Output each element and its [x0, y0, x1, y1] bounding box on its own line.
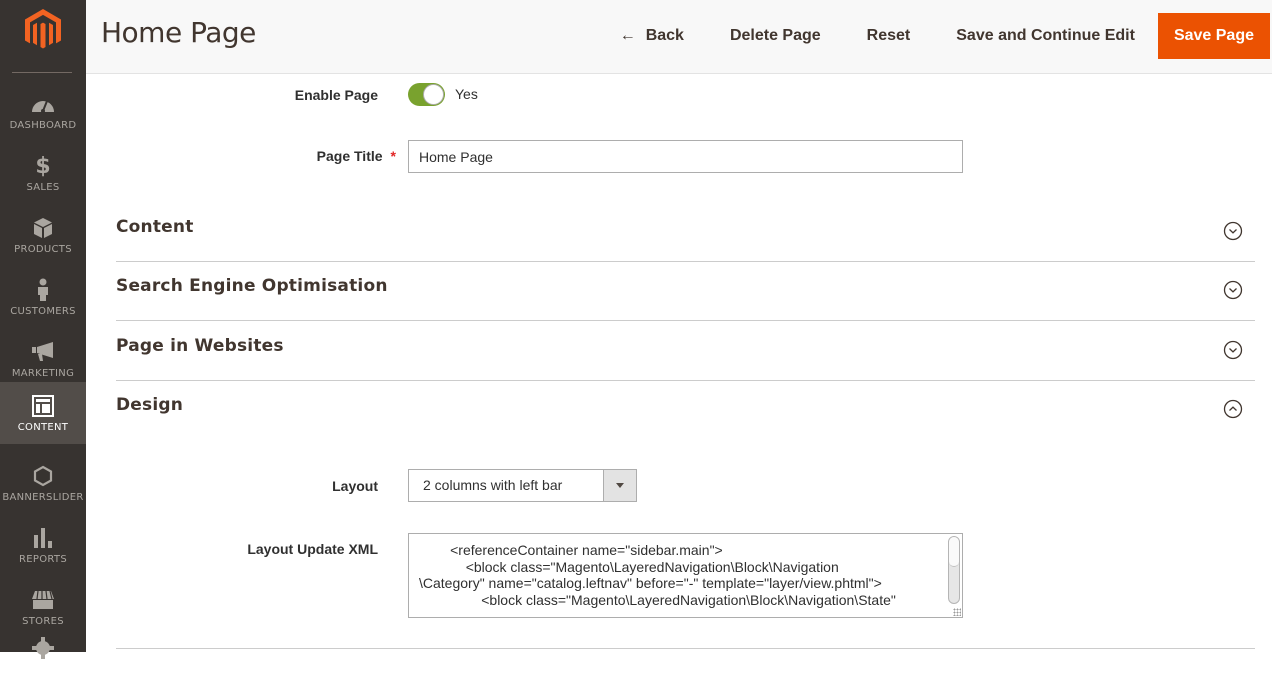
- megaphone-icon: [31, 340, 55, 364]
- layout-select-value: 2 columns with left bar: [423, 477, 563, 493]
- sidebar-item-label: MARKETING: [11, 368, 75, 379]
- sidebar-item-marketing[interactable]: MARKETING: [0, 328, 86, 390]
- textarea-scrollbar[interactable]: [948, 536, 960, 604]
- chevron-down-circle-icon[interactable]: [1223, 280, 1243, 300]
- store-icon: [31, 588, 55, 612]
- chevron-up-circle-icon[interactable]: [1223, 399, 1243, 419]
- section-divider: [116, 648, 1255, 649]
- sidebar-item-products[interactable]: PRODUCTS: [0, 204, 86, 266]
- scrollbar-thumb[interactable]: [949, 537, 959, 567]
- bar-chart-icon: [31, 526, 55, 550]
- sidebar-item-system[interactable]: [0, 630, 86, 692]
- sidebar-item-stores[interactable]: STORES: [0, 576, 86, 638]
- sidebar-item-label: BANNERSLIDER: [2, 492, 84, 503]
- layout-icon: [31, 394, 55, 418]
- resize-handle[interactable]: [953, 608, 961, 616]
- save-page-button[interactable]: Save Page: [1157, 13, 1270, 59]
- sidebar-item-sales[interactable]: $ SALES: [0, 142, 86, 204]
- dropdown-arrow-icon[interactable]: [603, 470, 636, 501]
- sidebar-item-label: STORES: [22, 616, 64, 627]
- sidebar-item-label: SALES: [26, 182, 60, 193]
- chevron-down-circle-icon[interactable]: [1223, 221, 1243, 241]
- box-icon: [31, 216, 55, 240]
- section-content[interactable]: Content: [116, 203, 1255, 262]
- page-header: Home Page ← Back Delete Page Reset Save a…: [86, 0, 1272, 74]
- toggle-knob: [423, 84, 444, 105]
- section-title: Page in Websites: [116, 336, 284, 356]
- sidebar-item-bannerslider[interactable]: BANNERSLIDER: [0, 452, 86, 514]
- arrow-left-icon: ←: [619, 27, 636, 44]
- enable-page-label: Enable Page: [294, 87, 378, 103]
- sidebar-item-label: DASHBOARD: [9, 120, 77, 131]
- layout-xml-label: Layout Update XML: [247, 541, 378, 557]
- layout-xml-textarea[interactable]: <referenceContainer name="sidebar.main">…: [408, 533, 963, 618]
- dashboard-icon: [31, 92, 55, 116]
- section-title: Design: [116, 395, 184, 415]
- sidebar-item-label: CONTENT: [17, 422, 69, 433]
- page-title-input[interactable]: [408, 140, 963, 173]
- sidebar-item-reports[interactable]: REPORTS: [0, 514, 86, 576]
- gear-icon: [31, 636, 55, 660]
- dollar-icon: $: [35, 153, 51, 179]
- sidebar-item-label: REPORTS: [19, 554, 67, 565]
- hexagon-icon: [31, 464, 55, 488]
- section-seo[interactable]: Search Engine Optimisation: [116, 262, 1255, 321]
- page-title: Home Page: [101, 16, 256, 49]
- required-mark: *: [390, 148, 396, 164]
- enable-page-toggle[interactable]: [408, 83, 445, 106]
- sidebar-item-content[interactable]: CONTENT: [0, 382, 86, 444]
- person-icon: [31, 278, 55, 302]
- layout-xml-content: <referenceContainer name="sidebar.main">…: [419, 542, 896, 608]
- section-page-in-websites[interactable]: Page in Websites: [116, 322, 1255, 381]
- sidebar-item-dashboard[interactable]: DASHBOARD: [0, 80, 86, 142]
- admin-sidebar: DASHBOARD $ SALES PRODUCTS CUSTOMERS MAR…: [0, 0, 86, 659]
- back-label: Back: [645, 27, 684, 44]
- layout-select[interactable]: 2 columns with left bar: [408, 469, 637, 502]
- page-title-label: Page Title *: [116, 148, 396, 164]
- layout-label: Layout: [332, 478, 378, 494]
- save-continue-button[interactable]: Save and Continue Edit: [933, 13, 1158, 59]
- reset-button[interactable]: Reset: [844, 13, 934, 59]
- delete-page-button[interactable]: Delete Page: [707, 13, 844, 59]
- section-title: Content: [116, 217, 194, 237]
- sidebar-item-label: PRODUCTS: [14, 244, 72, 255]
- page-actions: ← Back Delete Page Reset Save and Continu…: [597, 13, 1270, 59]
- enable-page-value: Yes: [455, 86, 478, 102]
- sidebar-item-customers[interactable]: CUSTOMERS: [0, 266, 86, 328]
- magento-logo[interactable]: [24, 9, 62, 51]
- logo-divider: [12, 72, 72, 73]
- back-button[interactable]: ← Back: [597, 13, 707, 59]
- section-design[interactable]: Design: [116, 381, 1255, 440]
- section-title: Search Engine Optimisation: [116, 276, 388, 296]
- chevron-down-circle-icon[interactable]: [1223, 340, 1243, 360]
- sidebar-item-label: CUSTOMERS: [10, 306, 76, 317]
- page-title-label-text: Page Title: [316, 148, 383, 164]
